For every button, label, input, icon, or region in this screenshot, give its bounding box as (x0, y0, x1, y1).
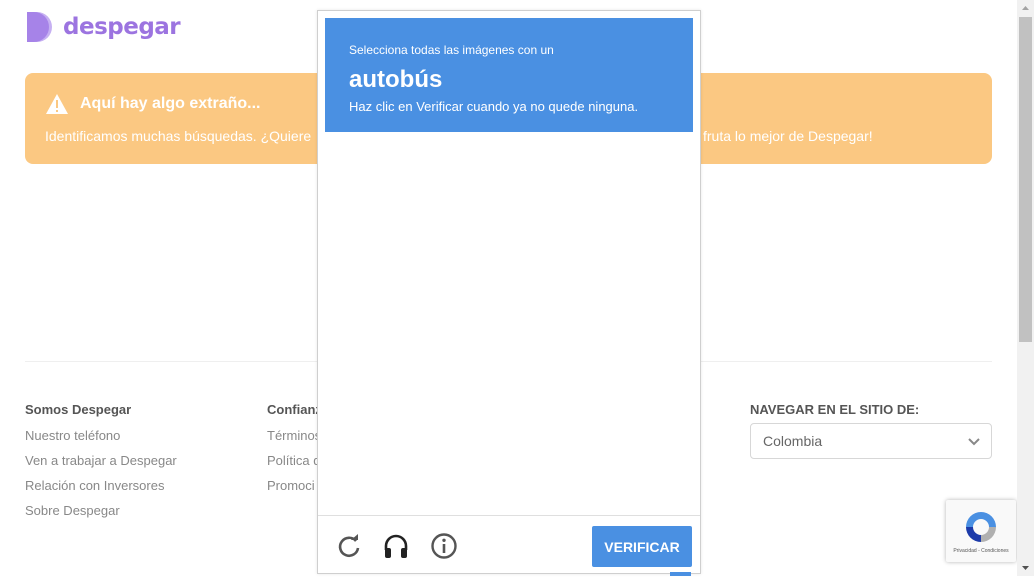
footer-heading: Somos Despegar (25, 402, 132, 417)
scroll-down-arrow-icon[interactable] (1017, 559, 1034, 576)
verify-button[interactable]: VERIFICAR (592, 526, 692, 567)
page-scrollbar[interactable] (1017, 0, 1034, 576)
captcha-challenge: Selecciona todas las imágenes con un aut… (317, 10, 701, 574)
recaptcha-logo-icon (962, 508, 1000, 546)
footer-link-sobre[interactable]: Sobre Despegar (25, 503, 177, 518)
site-navigation-heading: NAVEGAR EN EL SITIO DE: (750, 402, 920, 417)
audio-headphones-icon[interactable] (382, 532, 410, 560)
footer-column-confianza: Confianz Términos Política d Promoci (267, 402, 322, 503)
footer-column-somos-despegar: Somos Despegar Nuestro teléfono Ven a tr… (25, 402, 177, 528)
alert-title: Aquí hay algo extraño... (80, 95, 261, 112)
scrollbar-thumb[interactable] (1019, 17, 1032, 342)
captcha-prompt: Selecciona todas las imágenes con un (349, 43, 554, 57)
footer-link-telefono[interactable]: Nuestro teléfono (25, 428, 177, 443)
captcha-footer: VERIFICAR (318, 515, 700, 574)
captcha-target-object: autobús (349, 66, 443, 93)
chevron-down-icon (967, 434, 981, 448)
footer-link-promociones[interactable]: Promoci (267, 478, 322, 493)
despegar-logo[interactable]: despegar (25, 11, 181, 43)
footer-link-inversores[interactable]: Relación con Inversores (25, 478, 177, 493)
site-navigation: NAVEGAR EN EL SITIO DE: Colombia (750, 402, 992, 459)
scroll-up-arrow-icon[interactable] (1017, 0, 1034, 17)
captcha-header: Selecciona todas las imágenes con un aut… (325, 18, 693, 132)
warning-icon (45, 93, 69, 115)
alert-message: Identificamos muchas búsquedas. ¿Quiere (45, 128, 312, 144)
alert-message-end: fruta lo mejor de Despegar! (703, 128, 873, 144)
captcha-pointer-tab (670, 572, 691, 576)
country-select-value: Colombia (763, 433, 823, 449)
despegar-logo-icon (25, 11, 57, 43)
footer-heading: Confianz (267, 402, 322, 417)
reload-icon[interactable] (335, 532, 363, 560)
footer-link-politica[interactable]: Política d (267, 453, 322, 468)
info-icon[interactable] (430, 532, 458, 560)
captcha-instruction: Haz clic en Verificar cuando ya no quede… (349, 99, 639, 114)
country-select[interactable]: Colombia (750, 423, 992, 459)
recaptcha-badge[interactable]: Privacidad - Condiciones (946, 500, 1016, 562)
recaptcha-links[interactable]: Privacidad - Condiciones (946, 548, 1016, 554)
footer-link-trabajar[interactable]: Ven a trabajar a Despegar (25, 453, 177, 468)
brand-name: despegar (63, 14, 181, 40)
footer-link-terminos[interactable]: Términos (267, 428, 322, 443)
